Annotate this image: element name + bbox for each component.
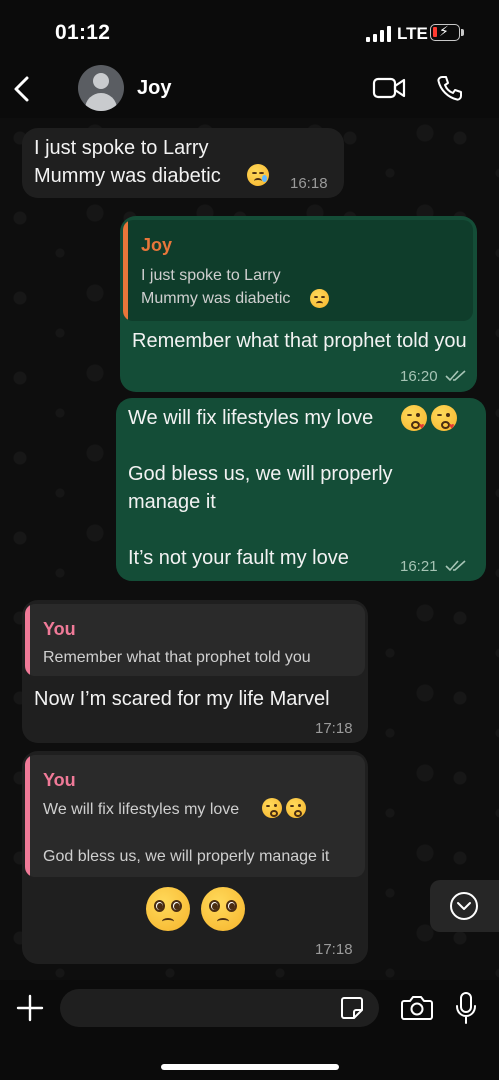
- message-input[interactable]: [60, 989, 379, 1027]
- microphone-icon[interactable]: [455, 992, 477, 1024]
- composer-bar: [0, 980, 499, 1080]
- signal-icon: [366, 26, 392, 42]
- message-line-3: It’s not your fault my love: [128, 547, 349, 569]
- quote-author: You: [43, 770, 76, 790]
- scroll-to-bottom-button[interactable]: [430, 880, 499, 932]
- message-time: 17:18: [315, 941, 353, 958]
- message-text: Remember what that prophet told you: [132, 330, 467, 352]
- phone-icon[interactable]: [436, 74, 464, 102]
- chevron-down-icon: [450, 892, 478, 920]
- quote-text: Remember what that prophet told you: [43, 649, 311, 666]
- downcast-face-icon: [247, 164, 269, 186]
- avatar[interactable]: [78, 65, 124, 111]
- quoted-message[interactable]: Joy I just spoke to Larry Mummy was diab…: [123, 220, 473, 321]
- quote-text-line-1: We will fix lifestyles my love: [43, 801, 240, 818]
- sticker-icon[interactable]: [340, 996, 364, 1020]
- plus-icon[interactable]: [16, 994, 44, 1022]
- message-bubble-outgoing[interactable]: Joy I just spoke to Larry Mummy was diab…: [120, 216, 477, 392]
- message-time: 16:20: [400, 368, 438, 385]
- message-line-2: God bless us, we will properly manage it: [128, 463, 399, 513]
- status-bar: 01:12 LTE ⚡: [0, 0, 499, 60]
- quote-author: You: [43, 619, 76, 639]
- message-bubble-outgoing[interactable]: We will fix lifestyles my love ♥ ♥ God b…: [116, 398, 486, 581]
- message-time: 16:18: [290, 175, 328, 192]
- battery-icon: ⚡: [430, 23, 460, 41]
- downcast-face-icon: [310, 289, 329, 308]
- read-receipt-icon: [445, 370, 466, 382]
- home-indicator: [161, 1064, 339, 1070]
- quoted-message[interactable]: You We will fix lifestyles my love God b…: [25, 755, 365, 877]
- kissing-face-icon: [262, 798, 282, 818]
- message-bubble-incoming[interactable]: You We will fix lifestyles my love God b…: [22, 751, 368, 964]
- quoted-message[interactable]: You Remember what that prophet told you: [25, 604, 365, 676]
- message-text: Now I’m scared for my life Marvel: [34, 688, 330, 710]
- chat-header: Joy: [0, 60, 499, 118]
- message-bubble-incoming[interactable]: You Remember what that prophet told you …: [22, 600, 368, 743]
- read-receipt-icon: [445, 560, 466, 572]
- network-label: LTE: [397, 24, 428, 43]
- message-time: 16:21: [400, 558, 438, 575]
- kissing-face-icon: ♥: [431, 405, 457, 431]
- video-camera-icon[interactable]: [372, 76, 406, 100]
- quote-text-line-2: God bless us, we will properly manage it: [43, 848, 330, 865]
- message-line-1: We will fix lifestyles my love: [128, 407, 374, 429]
- kissing-face-icon: ♥: [401, 405, 427, 431]
- message-text: I just spoke to Larry Mummy was diabetic: [34, 137, 221, 187]
- pleading-face-icon: [146, 887, 190, 931]
- back-chevron-icon[interactable]: [10, 74, 34, 104]
- battery-tip: [461, 29, 464, 36]
- message-time: 17:18: [315, 720, 353, 737]
- status-time: 01:12: [55, 21, 111, 44]
- camera-icon[interactable]: [401, 995, 433, 1021]
- quote-author: Joy: [141, 235, 173, 255]
- message-bubble-incoming[interactable]: I just spoke to Larry Mummy was diabetic…: [22, 128, 344, 198]
- pleading-face-icon: [201, 887, 245, 931]
- contact-name[interactable]: Joy: [137, 77, 171, 100]
- kissing-face-icon: [286, 798, 306, 818]
